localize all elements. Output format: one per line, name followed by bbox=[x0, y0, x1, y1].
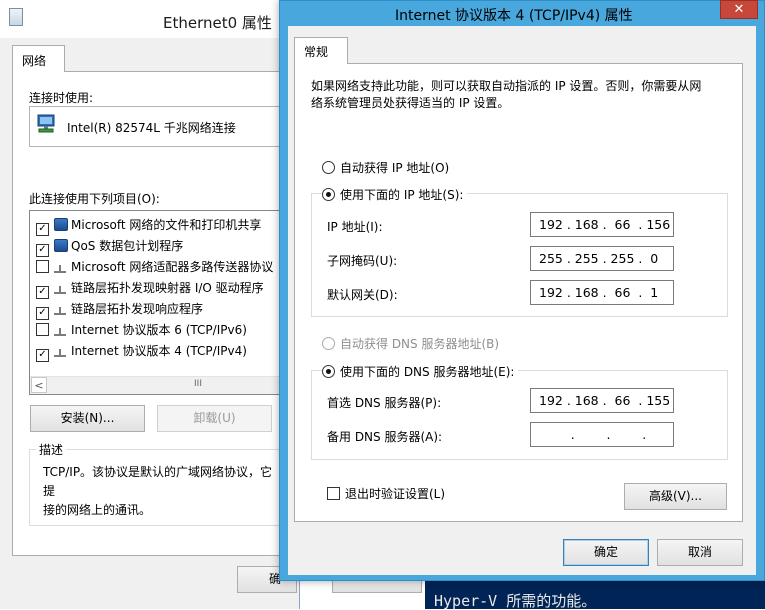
tab-general[interactable]: 常规 bbox=[294, 37, 348, 64]
checkbox-icon bbox=[327, 487, 340, 500]
console-text: Hyper-V 所需的功能。 bbox=[434, 592, 597, 610]
manual-ip-radio[interactable]: 使用下面的 IP 地址(S): bbox=[322, 186, 468, 203]
list-item[interactable]: ✓ QoS 数据包计划程序 bbox=[36, 237, 286, 257]
radio-icon bbox=[322, 337, 335, 350]
item-checkbox[interactable] bbox=[36, 323, 49, 336]
item-checkbox[interactable]: ✓ bbox=[36, 349, 49, 362]
list-item[interactable]: Internet 协议版本 6 (TCP/IPv6) bbox=[36, 321, 286, 341]
validate-label: 退出时验证设置(L) bbox=[345, 487, 446, 501]
advanced-button[interactable]: 高级(V)... bbox=[624, 483, 727, 510]
alternate-dns-field[interactable]: . . . bbox=[530, 422, 674, 447]
description-text: TCP/IP。该协议是默认的广域网络协议，它提 接的网络上的通讯。 bbox=[43, 463, 283, 520]
item-checkbox[interactable]: ✓ bbox=[36, 244, 49, 257]
horizontal-scrollbar[interactable] bbox=[30, 376, 288, 394]
protocol-icon bbox=[54, 307, 66, 315]
list-item[interactable]: Microsoft 网络适配器多路传送器协议 bbox=[36, 258, 286, 278]
network-client-icon bbox=[54, 218, 68, 231]
scroll-thumb-grip[interactable]: III bbox=[192, 379, 204, 389]
item-checkbox[interactable]: ✓ bbox=[36, 286, 49, 299]
radio-selected-icon bbox=[322, 365, 335, 378]
item-checkbox[interactable]: ✓ bbox=[36, 307, 49, 320]
manual-ip-label: 使用下面的 IP 地址(S): bbox=[340, 188, 464, 202]
intro-text: 如果网络支持此功能，则可以获取自动指派的 IP 设置。否则，你需要从网 络系统管… bbox=[311, 78, 721, 112]
auto-ip-radio[interactable]: 自动获得 IP 地址(O) bbox=[322, 159, 449, 176]
protocol-icon bbox=[54, 349, 66, 357]
protocol-icon bbox=[54, 286, 66, 294]
description-label: 描述 bbox=[36, 441, 67, 458]
item-checkbox[interactable]: ✓ bbox=[36, 223, 49, 236]
radio-selected-icon bbox=[322, 188, 335, 201]
alternate-dns-label: 备用 DNS 服务器(A): bbox=[327, 430, 443, 444]
default-gateway-label: 默认网关(D): bbox=[327, 288, 398, 302]
list-item[interactable]: ✓ Microsoft 网络的文件和打印机共享 bbox=[36, 216, 286, 236]
ok-button[interactable]: 确定 bbox=[563, 539, 649, 566]
auto-ip-label: 自动获得 IP 地址(O) bbox=[340, 161, 450, 175]
item-checkbox[interactable] bbox=[36, 260, 49, 273]
ip-address-label: IP 地址(I): bbox=[327, 220, 383, 234]
connect-using-label: 连接时使用: bbox=[29, 91, 94, 105]
auto-dns-radio[interactable]: 自动获得 DNS 服务器地址(B) bbox=[322, 335, 499, 352]
list-item-selected[interactable]: ✓ Internet 协议版本 4 (TCP/IPv4) bbox=[36, 342, 286, 362]
install-button[interactable]: 安装(N)... bbox=[30, 405, 145, 432]
ethernet-window-title: Ethernet0 属性 bbox=[163, 14, 272, 32]
description-line-2: 接的网络上的通讯。 bbox=[43, 503, 152, 517]
protocol-icon bbox=[54, 265, 66, 273]
manual-dns-label: 使用下面的 DNS 服务器地址(E): bbox=[340, 365, 515, 379]
auto-dns-label: 自动获得 DNS 服务器地址(B) bbox=[340, 337, 500, 351]
default-gateway-field[interactable]: 192 . 168 . 66 . 1 bbox=[530, 280, 674, 305]
cancel-button[interactable]: 取消 bbox=[657, 539, 743, 566]
network-service-icon bbox=[54, 239, 68, 252]
close-icon[interactable]: ✕ bbox=[720, 0, 758, 19]
ip-address-field[interactable]: 192 . 168 . 66 . 156 bbox=[530, 212, 674, 237]
preferred-dns-label: 首选 DNS 服务器(P): bbox=[327, 396, 442, 410]
list-item[interactable]: ✓ 链路层拓扑发现映射器 I/O 驱动程序 bbox=[36, 279, 286, 299]
powershell-console-strip: Hyper-V 所需的功能。 bbox=[425, 580, 765, 609]
connection-items-label: 此连接使用下列项目(O): bbox=[29, 192, 160, 206]
adapter-name: Intel(R) 82574L 千兆网络连接 bbox=[67, 121, 236, 135]
validate-on-exit-checkbox[interactable]: 退出时验证设置(L) bbox=[327, 485, 445, 502]
scroll-left-arrow-icon[interactable]: < bbox=[31, 377, 47, 393]
uninstall-button[interactable]: 卸载(U) bbox=[157, 405, 272, 432]
intro-line-1: 如果网络支持此功能，则可以获取自动指派的 IP 设置。否则，你需要从网 bbox=[311, 79, 702, 93]
manual-dns-radio[interactable]: 使用下面的 DNS 服务器地址(E): bbox=[322, 363, 519, 380]
subnet-mask-label: 子网掩码(U): bbox=[327, 254, 398, 268]
subnet-mask-field[interactable]: 255 . 255 . 255 . 0 bbox=[530, 246, 674, 271]
network-adapter-icon bbox=[37, 114, 55, 134]
radio-icon bbox=[322, 161, 335, 174]
protocol-icon bbox=[54, 328, 66, 336]
intro-line-2: 络系统管理员处获得适当的 IP 设置。 bbox=[311, 96, 510, 110]
description-line-1: TCP/IP。该协议是默认的广域网络协议，它提 bbox=[43, 465, 273, 498]
window-system-icon[interactable] bbox=[9, 8, 23, 26]
preferred-dns-field[interactable]: 192 . 168 . 66 . 155 bbox=[530, 388, 674, 413]
list-item[interactable]: ✓ 链路层拓扑发现响应程序 bbox=[36, 300, 286, 320]
tab-network[interactable]: 网络 bbox=[12, 45, 65, 72]
dialog-title: Internet 协议版本 4 (TCP/IPv4) 属性 bbox=[395, 8, 633, 24]
